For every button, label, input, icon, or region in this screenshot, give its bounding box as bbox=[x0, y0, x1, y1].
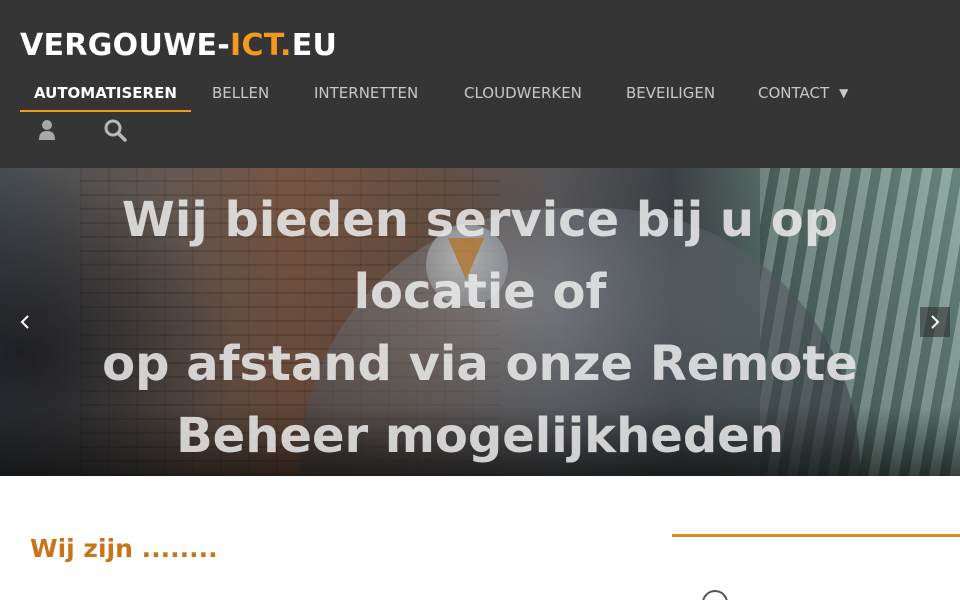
hero-caption: Wij bieden service bij u op locatie of o… bbox=[20, 184, 940, 472]
nav-item-internetten[interactable]: INTERNETTEN bbox=[314, 78, 418, 112]
chevron-left-icon bbox=[20, 315, 29, 329]
hero-caption-line-1: Wij bieden service bij u op bbox=[121, 192, 839, 248]
user-icon[interactable] bbox=[32, 116, 62, 144]
header-tools bbox=[0, 116, 200, 146]
nav-item-automatiseren[interactable]: AUTOMATISEREN bbox=[20, 78, 191, 112]
nav-item-contact-label: CONTACT bbox=[758, 84, 830, 102]
sidebar-divider bbox=[672, 534, 960, 537]
nav-item-beveiligen[interactable]: BEVEILIGEN bbox=[626, 78, 715, 112]
nav-item-bellen[interactable]: BELLEN bbox=[212, 78, 269, 112]
logo-text-part2: ICT bbox=[230, 28, 281, 63]
logo-text-part1: VERGOUWE- bbox=[20, 28, 231, 63]
hero-slider: Wij bieden service bij u op locatie of o… bbox=[0, 168, 960, 476]
sidebar-circle-icon bbox=[702, 590, 728, 600]
logo-text-part4: EU bbox=[291, 28, 338, 63]
nav-item-contact[interactable]: CONTACT ▼ bbox=[758, 78, 848, 112]
hero-caption-line-4: Beheer mogelijkheden bbox=[176, 408, 784, 464]
site-logo[interactable]: VERGOUWE-ICT.EU bbox=[20, 28, 337, 63]
search-icon[interactable] bbox=[100, 116, 130, 144]
slider-next-button[interactable] bbox=[920, 307, 950, 337]
hero-caption-line-3: op afstand via onze Remote bbox=[102, 336, 858, 392]
nav-item-cloudwerken[interactable]: CLOUDWERKEN bbox=[464, 78, 582, 112]
chevron-right-icon bbox=[931, 315, 940, 329]
slider-prev-button[interactable] bbox=[10, 307, 40, 337]
hero-caption-line-2: locatie of bbox=[353, 264, 607, 320]
site-header: VERGOUWE-ICT.EU AUTOMATISEREN BELLEN INT… bbox=[0, 0, 960, 168]
chevron-down-icon: ▼ bbox=[839, 86, 849, 100]
main-nav: AUTOMATISEREN BELLEN INTERNETTEN CLOUDWE… bbox=[0, 78, 960, 114]
section-title: Wij zijn ........ bbox=[30, 534, 218, 563]
logo-text-part3: . bbox=[280, 28, 292, 63]
